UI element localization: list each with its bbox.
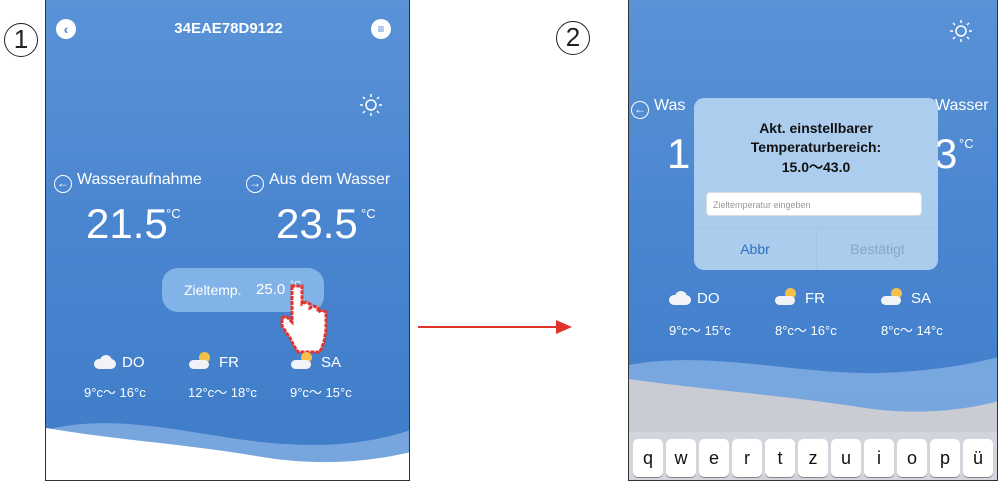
phone-screen-2: ← Was Wasser 1 3 °C Akt. einstellbarer Te… (628, 0, 998, 481)
inlet-label-text: Was (654, 97, 686, 114)
forecast-range-3: 8°c～ 14°c (881, 323, 943, 338)
key-z[interactable]: z (798, 439, 828, 477)
on-screen-keyboard: q w e r t z u i o p ü (629, 432, 997, 480)
device-title: 34EAE78D9122 (174, 20, 283, 37)
confirm-button[interactable]: Bestätigt (817, 229, 938, 270)
outlet-label-text: Aus dem Wasser (269, 171, 391, 188)
step-2-marker: 2 (556, 21, 590, 55)
key-p[interactable]: p (930, 439, 960, 477)
sun-cloud-icon (189, 352, 213, 370)
cloud-icon (94, 355, 116, 369)
inlet-unit: °C (166, 206, 181, 221)
forecast-day-2-label: FR (805, 290, 825, 307)
menu-button[interactable]: ≡ (371, 19, 391, 39)
sun-cloud-icon (291, 352, 315, 370)
inlet-temperature: 1 (667, 130, 691, 177)
forecast-day-1-label: DO (697, 290, 720, 307)
forecast-day-2-label: FR (219, 354, 239, 371)
key-u[interactable]: u (831, 439, 861, 477)
sun-icon[interactable] (359, 93, 383, 117)
flow-arrow-head (556, 320, 572, 334)
cloud-icon (669, 291, 691, 305)
outlet-unit: °C (361, 206, 376, 221)
inlet-label: ← Wasseraufnahme (54, 171, 202, 193)
forecast-day-1: DO (94, 354, 145, 371)
outlet-label-text: Wasser (935, 97, 989, 114)
key-t[interactable]: t (765, 439, 795, 477)
outlet-label: → Aus dem Wasser (246, 171, 390, 193)
target-label: Zieltemp. (184, 282, 242, 298)
sun-cloud-icon (775, 288, 799, 306)
cancel-button[interactable]: Abbr (694, 229, 816, 270)
outlet-temperature: 23.5 (276, 200, 358, 247)
inlet-label-text: Wasseraufnahme (77, 171, 202, 188)
sun-icon[interactable] (949, 19, 973, 43)
dialog-range: 15.0～43.0 (781, 159, 851, 175)
key-o[interactable]: o (897, 439, 927, 477)
forecast-day-3: SA (881, 288, 931, 307)
forecast-day-1-label: DO (122, 354, 145, 371)
forecast-day-3-label: SA (321, 354, 342, 371)
inlet-label: ← Was (631, 97, 685, 119)
forecast-range-2: 12°c～ 18°c (188, 385, 257, 400)
arrow-in-icon: ← (631, 101, 649, 119)
forecast-day-3: SA (291, 352, 341, 371)
key-w[interactable]: w (666, 439, 696, 477)
dialog-title-line-2: Temperaturbereich: (750, 139, 882, 155)
wave-decoration (629, 357, 997, 435)
key-u-umlaut[interactable]: ü (963, 439, 993, 477)
wave-decoration (46, 423, 409, 480)
sun-cloud-icon (881, 288, 905, 306)
forecast-day-2: FR (189, 352, 239, 371)
forecast-range-1: 9°c～ 16°c (84, 385, 146, 400)
flow-arrow-line (418, 326, 558, 328)
outlet-unit: °C (959, 136, 974, 151)
dialog-title-line-1: Akt. einstellbarer (759, 120, 873, 136)
forecast-range-1: 9°c～ 15°c (669, 323, 731, 338)
forecast-day-2: FR (775, 288, 825, 307)
key-q[interactable]: q (633, 439, 663, 477)
forecast-day-3-label: SA (911, 290, 932, 307)
forecast-range-2: 8°c～ 16°c (775, 323, 837, 338)
forecast-day-1: DO (669, 290, 720, 307)
inlet-temperature: 21.5 (86, 200, 168, 247)
arrow-in-icon: ← (54, 175, 72, 193)
target-temperature-dialog: Akt. einstellbarer Temperaturbereich: 15… (694, 98, 938, 270)
key-r[interactable]: r (732, 439, 762, 477)
phone-screen-1: ‹ 34EAE78D9122 ≡ ← Wasseraufnahme → Aus de… (45, 0, 410, 481)
forecast-range-3: 9°c～ 15°c (290, 385, 352, 400)
pointing-hand-icon (280, 284, 328, 354)
arrow-out-icon: → (246, 175, 264, 193)
key-e[interactable]: e (699, 439, 729, 477)
key-i[interactable]: i (864, 439, 894, 477)
target-temperature-input[interactable]: Zieltemperatur eingeben (706, 192, 922, 216)
step-1-marker: 1 (4, 23, 38, 57)
